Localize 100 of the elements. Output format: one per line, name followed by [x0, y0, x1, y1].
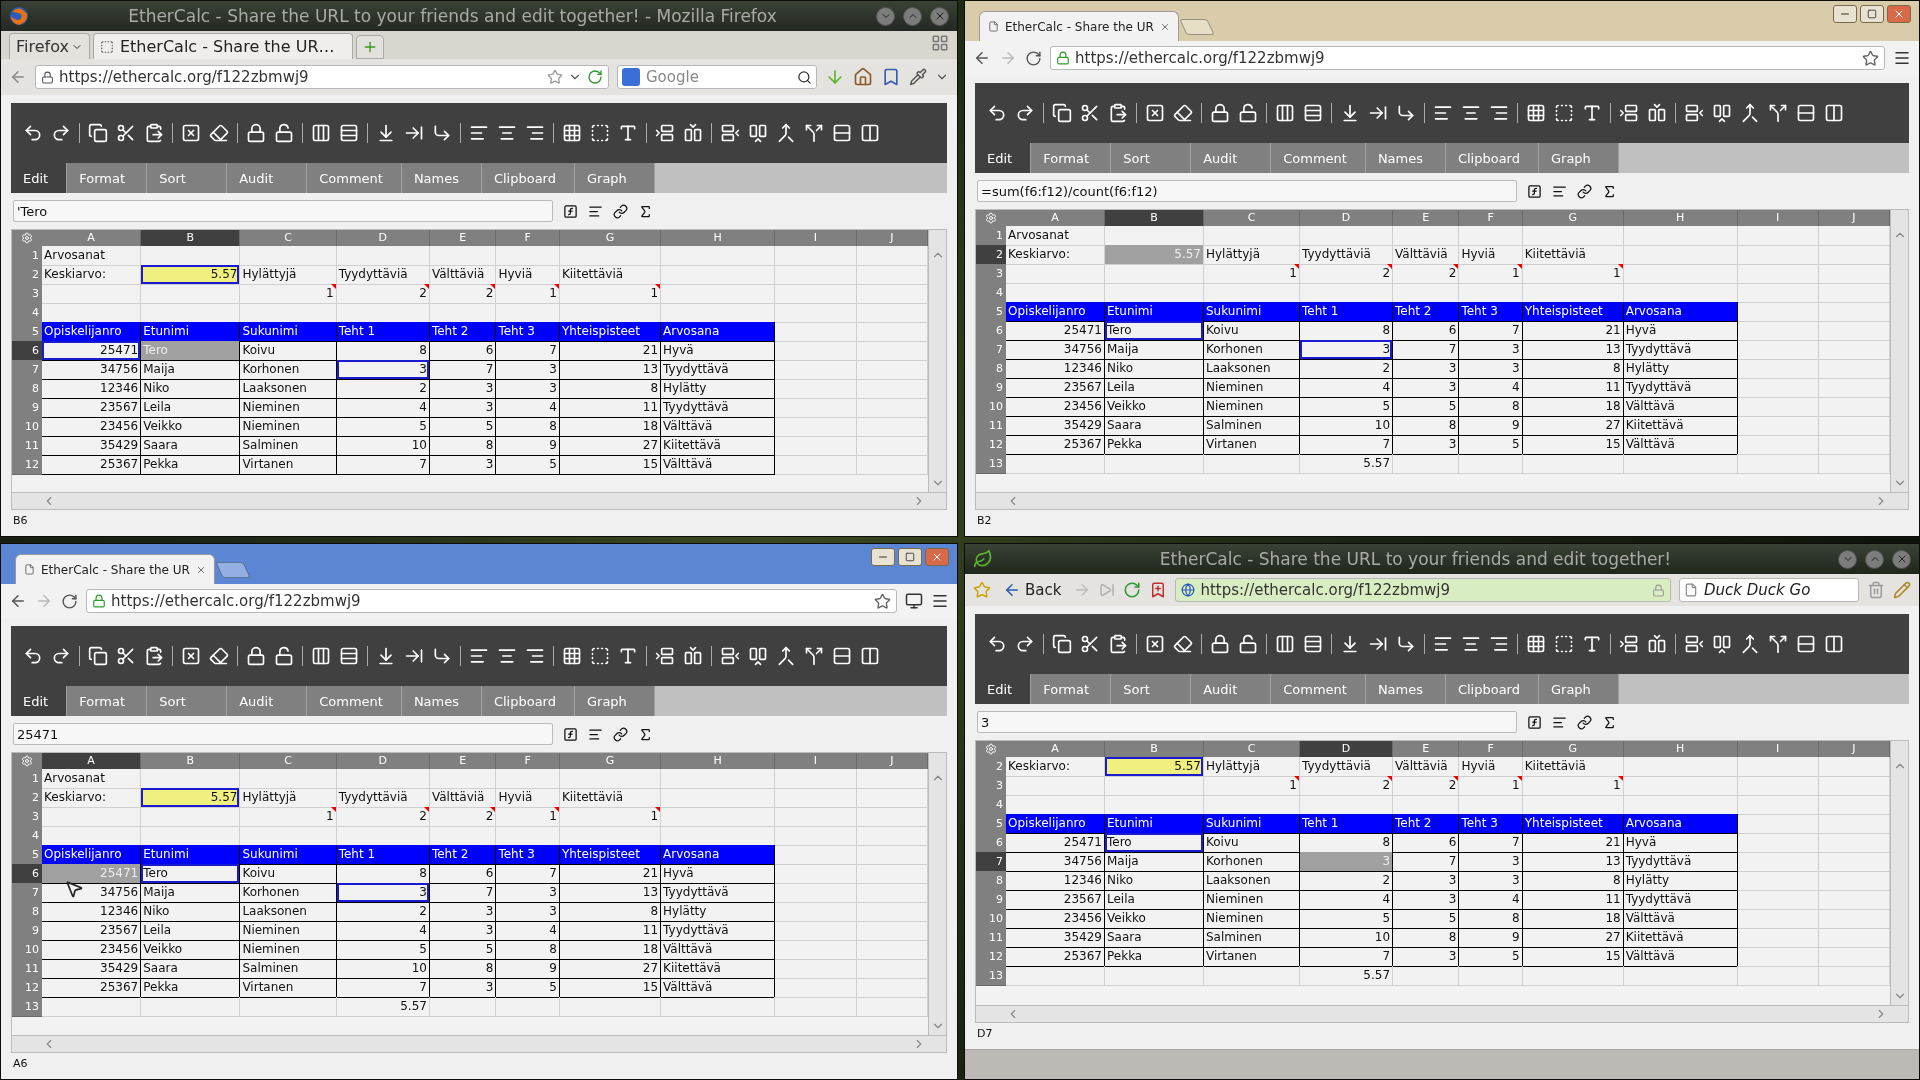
- back-icon[interactable]: [9, 592, 27, 610]
- link-icon[interactable]: [1577, 714, 1592, 730]
- address-bar[interactable]: https://ethercalc.org/f122zbmwj9: [1175, 578, 1671, 602]
- back-icon[interactable]: [9, 68, 27, 86]
- close-button[interactable]: [925, 548, 949, 566]
- row-number[interactable]: 7: [12, 883, 42, 903]
- row-number[interactable]: 12: [976, 947, 1006, 967]
- text-icon[interactable]: [1582, 103, 1602, 123]
- maximize-button[interactable]: [903, 6, 922, 26]
- home-icon[interactable]: [853, 67, 873, 87]
- eraser-icon[interactable]: [1173, 634, 1193, 654]
- close-icon[interactable]: [1893, 8, 1905, 20]
- insert-column-icon[interactable]: [1647, 634, 1667, 654]
- two-rows-icon[interactable]: [832, 123, 852, 143]
- unlock-icon[interactable]: [274, 123, 294, 143]
- merge-icon[interactable]: [1740, 634, 1760, 654]
- row-number[interactable]: 12: [12, 978, 42, 998]
- grid-icon[interactable]: [562, 646, 582, 666]
- undo-icon[interactable]: [23, 123, 43, 143]
- align-left-icon[interactable]: [469, 646, 489, 666]
- delete-icon[interactable]: [181, 646, 201, 666]
- scissors-icon[interactable]: [116, 123, 136, 143]
- lines-icon[interactable]: [588, 203, 603, 219]
- rows-icon[interactable]: [339, 123, 359, 143]
- row-number[interactable]: 13: [976, 966, 1006, 986]
- maximize-button[interactable]: [898, 548, 922, 566]
- column-right-icon[interactable]: [748, 123, 768, 143]
- row-number[interactable]: 3: [12, 807, 42, 827]
- reload-icon[interactable]: [1025, 49, 1042, 67]
- tab[interactable]: Edit: [11, 163, 68, 193]
- lines-icon[interactable]: [588, 726, 603, 742]
- move-icon[interactable]: [1396, 103, 1416, 123]
- tab[interactable]: Format: [67, 686, 148, 716]
- row-number[interactable]: 6: [976, 833, 1006, 853]
- lock-icon[interactable]: [1210, 634, 1230, 654]
- formula-field[interactable]: 'Tero: [13, 200, 553, 222]
- row-number[interactable]: 8: [12, 902, 42, 922]
- fill-right-icon[interactable]: [404, 123, 424, 143]
- redo-icon[interactable]: [1015, 103, 1035, 123]
- row-number[interactable]: 8: [12, 379, 42, 399]
- redo-icon[interactable]: [51, 646, 71, 666]
- search-field[interactable]: Duck Duck Go: [1679, 578, 1859, 602]
- dotted-square-icon[interactable]: [590, 646, 610, 666]
- dotted-square-icon[interactable]: [1554, 103, 1574, 123]
- function-icon[interactable]: [1527, 183, 1542, 199]
- paste-icon[interactable]: [1108, 103, 1128, 123]
- sigma-icon[interactable]: [1602, 183, 1617, 199]
- tab[interactable]: Graph: [1539, 143, 1619, 173]
- tab[interactable]: Edit: [11, 686, 68, 716]
- eraser-icon[interactable]: [209, 123, 229, 143]
- row-number[interactable]: 4: [12, 303, 42, 323]
- row-number[interactable]: 1: [12, 246, 42, 266]
- row-number[interactable]: 11: [976, 928, 1006, 948]
- monitor-icon[interactable]: [905, 592, 923, 610]
- tab[interactable]: Graph: [575, 163, 655, 193]
- insert-row-icon[interactable]: [1619, 634, 1639, 654]
- delete-icon[interactable]: [181, 123, 201, 143]
- fill-down-icon[interactable]: [1340, 634, 1360, 654]
- bookmark-icon[interactable]: [881, 67, 901, 87]
- undo-icon[interactable]: [23, 646, 43, 666]
- two-rows-icon[interactable]: [1796, 634, 1816, 654]
- fill-right-icon[interactable]: [1368, 634, 1388, 654]
- lock-icon[interactable]: [246, 646, 266, 666]
- align-right-icon[interactable]: [1489, 634, 1509, 654]
- row-number[interactable]: 5: [976, 302, 1006, 322]
- reload-icon[interactable]: [587, 69, 603, 85]
- tab[interactable]: Comment: [307, 163, 402, 193]
- tab[interactable]: Audit: [1191, 143, 1272, 173]
- row-below-icon[interactable]: [720, 646, 740, 666]
- copy-icon[interactable]: [1052, 103, 1072, 123]
- insert-row-icon[interactable]: [1619, 103, 1639, 123]
- lock-icon[interactable]: [246, 123, 266, 143]
- unlock-icon[interactable]: [274, 646, 294, 666]
- merge-icon[interactable]: [776, 646, 796, 666]
- row-number[interactable]: 9: [976, 378, 1006, 398]
- column-right-icon[interactable]: [1712, 634, 1732, 654]
- row-number[interactable]: 4: [976, 795, 1006, 815]
- minimize-button[interactable]: [876, 6, 895, 26]
- rows-icon[interactable]: [1303, 103, 1323, 123]
- paste-icon[interactable]: [144, 646, 164, 666]
- lines-icon[interactable]: [1552, 183, 1567, 199]
- row-number[interactable]: 3: [976, 776, 1006, 796]
- search-field[interactable]: Google: [617, 65, 817, 89]
- tab-groups-icon[interactable]: [931, 34, 949, 52]
- split-icon[interactable]: [1768, 634, 1788, 654]
- address-bar[interactable]: https://ethercalc.org/f122zbmwj9: [86, 589, 897, 613]
- sigma-icon[interactable]: [1602, 714, 1617, 730]
- merge-icon[interactable]: [776, 123, 796, 143]
- fill-down-icon[interactable]: [376, 646, 396, 666]
- settings-icon[interactable]: [985, 212, 997, 224]
- minimize-button[interactable]: [871, 548, 895, 566]
- row-number[interactable]: 5: [12, 845, 42, 865]
- unlock-icon[interactable]: [1238, 103, 1258, 123]
- back-icon[interactable]: [973, 49, 991, 67]
- back-button[interactable]: Back: [999, 579, 1066, 601]
- text-icon[interactable]: [1582, 634, 1602, 654]
- text-icon[interactable]: [618, 123, 638, 143]
- move-icon[interactable]: [432, 123, 452, 143]
- row-number[interactable]: 13: [976, 454, 1006, 474]
- dotted-square-icon[interactable]: [590, 123, 610, 143]
